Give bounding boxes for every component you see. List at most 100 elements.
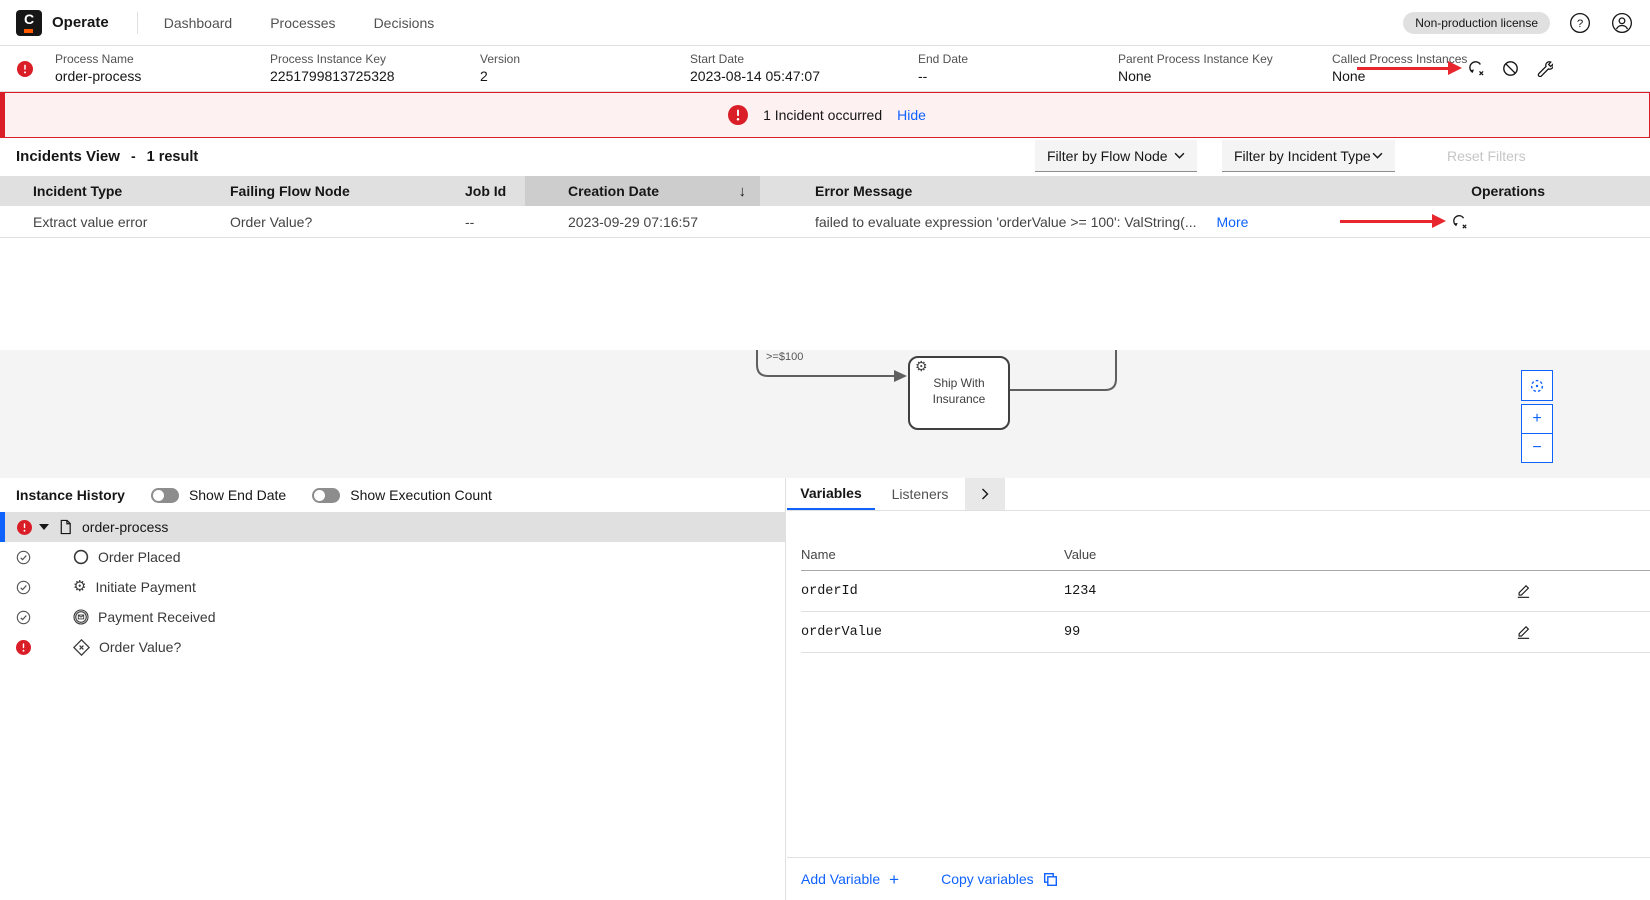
center-view-icon xyxy=(1529,378,1545,394)
col-job-id: Job Id xyxy=(465,176,525,206)
incident-status-icon xyxy=(17,61,33,77)
tree-item-order-placed[interactable]: Order Placed xyxy=(0,542,785,572)
tab-variables[interactable]: Variables xyxy=(787,478,875,510)
job-id-value: -- xyxy=(465,206,525,237)
plus-icon: + xyxy=(889,871,899,888)
variable-name: orderValue xyxy=(801,625,1064,640)
banner-error-icon xyxy=(728,105,748,125)
chevron-right-icon xyxy=(981,488,989,500)
nav-item-dashboard[interactable]: Dashboard xyxy=(164,15,233,31)
variables-tabs: Variables Listeners xyxy=(787,478,1650,511)
chevron-down-icon xyxy=(1372,152,1383,159)
col-error-message: Error Message xyxy=(760,176,1340,206)
diagram-reset-view-button[interactable] xyxy=(1521,370,1553,401)
cancel-instance-button[interactable] xyxy=(1501,59,1519,77)
col-operations: Operations xyxy=(1340,176,1650,206)
sequence-flow-lines xyxy=(0,350,1650,478)
incidents-view-panel: Incidents View - 1 result Filter by Flow… xyxy=(0,138,1650,350)
variable-name: orderId xyxy=(801,584,1064,599)
reset-filters-button[interactable]: Reset Filters xyxy=(1447,140,1526,172)
incident-status-icon xyxy=(17,520,32,535)
sort-descending-icon[interactable]: ↓ xyxy=(739,183,747,200)
field-parent-process-instance-key: Parent Process Instance Key None xyxy=(1118,52,1273,86)
edit-variable-button[interactable] xyxy=(1516,584,1531,599)
main-nav: Dashboard Processes Decisions xyxy=(164,15,435,31)
col-failing-flow-node: Failing Flow Node xyxy=(230,176,465,206)
tab-listeners[interactable]: Listeners xyxy=(875,478,965,510)
logo-accent xyxy=(24,29,33,33)
error-message-more-link[interactable]: More xyxy=(1217,214,1249,230)
version-link[interactable]: 2 xyxy=(480,67,520,86)
bottom-panels: Instance History Show End Date Show Exec… xyxy=(0,478,1650,900)
diagram-zoom-out-button[interactable]: − xyxy=(1521,433,1553,463)
variables-panel: Variables Listeners Name Value orderId 1… xyxy=(787,478,1650,900)
app-title: Operate xyxy=(52,14,109,31)
retry-instance-button[interactable] xyxy=(1467,59,1485,77)
incident-status-icon xyxy=(16,640,31,655)
tree-item-order-value-gateway[interactable]: Order Value? xyxy=(0,632,785,662)
tabs-overflow-button[interactable] xyxy=(965,478,1005,510)
collapse-caret-icon[interactable] xyxy=(39,524,49,530)
creation-date-value: 2023-09-29 07:16:57 xyxy=(525,206,760,237)
sequence-flow-label: >=$100 xyxy=(766,351,803,363)
filter-by-flow-node-dropdown[interactable]: Filter by Flow Node xyxy=(1035,140,1197,172)
col-name: Name xyxy=(801,547,1064,562)
field-process-name: Process Name order-process xyxy=(55,52,141,86)
banner-message: 1 Incident occurred xyxy=(763,107,882,123)
nav-item-decisions[interactable]: Decisions xyxy=(374,15,435,31)
bpmn-diagram-canvas[interactable]: >=$100 ⚙ Ship With Insurance + − xyxy=(0,350,1650,478)
tree-item-initiate-payment[interactable]: ⚙ Initiate Payment xyxy=(0,572,785,602)
variable-value: 99 xyxy=(1064,625,1510,640)
help-icon[interactable]: ? xyxy=(1568,11,1592,35)
instance-operations xyxy=(1467,59,1650,77)
diagram-zoom-in-button[interactable]: + xyxy=(1521,404,1553,434)
modify-instance-wrench-button[interactable] xyxy=(1535,59,1553,77)
message-catch-event-icon xyxy=(73,609,89,625)
nav-item-processes[interactable]: Processes xyxy=(270,15,335,31)
add-variable-button[interactable]: Add Variable + xyxy=(801,871,899,888)
start-event-icon xyxy=(73,549,89,565)
filter-by-incident-type-dropdown[interactable]: Filter by Incident Type xyxy=(1222,140,1395,172)
task-ship-with-insurance[interactable]: ⚙ Ship With Insurance xyxy=(908,356,1010,430)
failing-flow-node-value: Order Value? xyxy=(230,206,465,237)
retry-incident-button[interactable] xyxy=(1451,213,1469,231)
camunda-logo-icon: C xyxy=(16,10,42,36)
user-profile-icon[interactable] xyxy=(1610,11,1634,35)
variable-row-orderId: orderId 1234 xyxy=(801,571,1650,612)
incidents-table-header: Incident Type Failing Flow Node Job Id C… xyxy=(0,176,1650,206)
variable-row-orderValue: orderValue 99 xyxy=(801,612,1650,653)
tree-item-payment-received[interactable]: Payment Received xyxy=(0,602,785,632)
col-incident-type: Incident Type xyxy=(0,176,230,206)
field-version: Version 2 xyxy=(480,52,520,86)
incidents-view-title: Incidents View - 1 result xyxy=(16,148,198,165)
show-end-date-toggle[interactable] xyxy=(151,488,179,503)
variable-value: 1234 xyxy=(1064,584,1510,599)
nav-divider xyxy=(137,12,138,34)
copy-icon xyxy=(1043,872,1058,887)
exclusive-gateway-icon xyxy=(73,639,90,656)
field-end-date: End Date -- xyxy=(918,52,968,86)
check-circle-icon xyxy=(16,550,31,565)
variables-table-header: Name Value xyxy=(801,510,1650,571)
incident-banner: 1 Incident occurred Hide xyxy=(0,92,1650,138)
edit-variable-button[interactable] xyxy=(1516,625,1531,640)
variables-footer: Add Variable + Copy variables xyxy=(787,857,1650,900)
check-circle-icon xyxy=(16,610,31,625)
variables-table: Name Value orderId 1234 orderValue 99 xyxy=(801,510,1650,653)
incidents-result-count: 1 result xyxy=(147,149,199,165)
copy-variables-button[interactable]: Copy variables xyxy=(941,871,1058,887)
error-message-value: failed to evaluate expression 'orderValu… xyxy=(815,214,1197,230)
logo-letter: C xyxy=(16,11,42,27)
annotation-arrow-retry-instance xyxy=(1357,67,1449,70)
license-badge: Non-production license xyxy=(1403,12,1550,34)
tree-item-order-process[interactable]: order-process xyxy=(0,512,785,542)
instance-history-title: Instance History xyxy=(16,487,125,503)
service-task-gear-icon: ⚙ xyxy=(915,358,928,375)
instance-history-panel: Instance History Show End Date Show Exec… xyxy=(0,478,786,900)
col-creation-date-sorted[interactable]: Creation Date ↓ xyxy=(525,176,760,206)
hide-incidents-link[interactable]: Hide xyxy=(897,107,926,123)
show-execution-count-toggle[interactable] xyxy=(312,488,340,503)
top-navigation: C Operate Dashboard Processes Decisions … xyxy=(0,0,1650,46)
process-document-icon xyxy=(58,519,73,535)
svg-text:?: ? xyxy=(1577,18,1583,30)
